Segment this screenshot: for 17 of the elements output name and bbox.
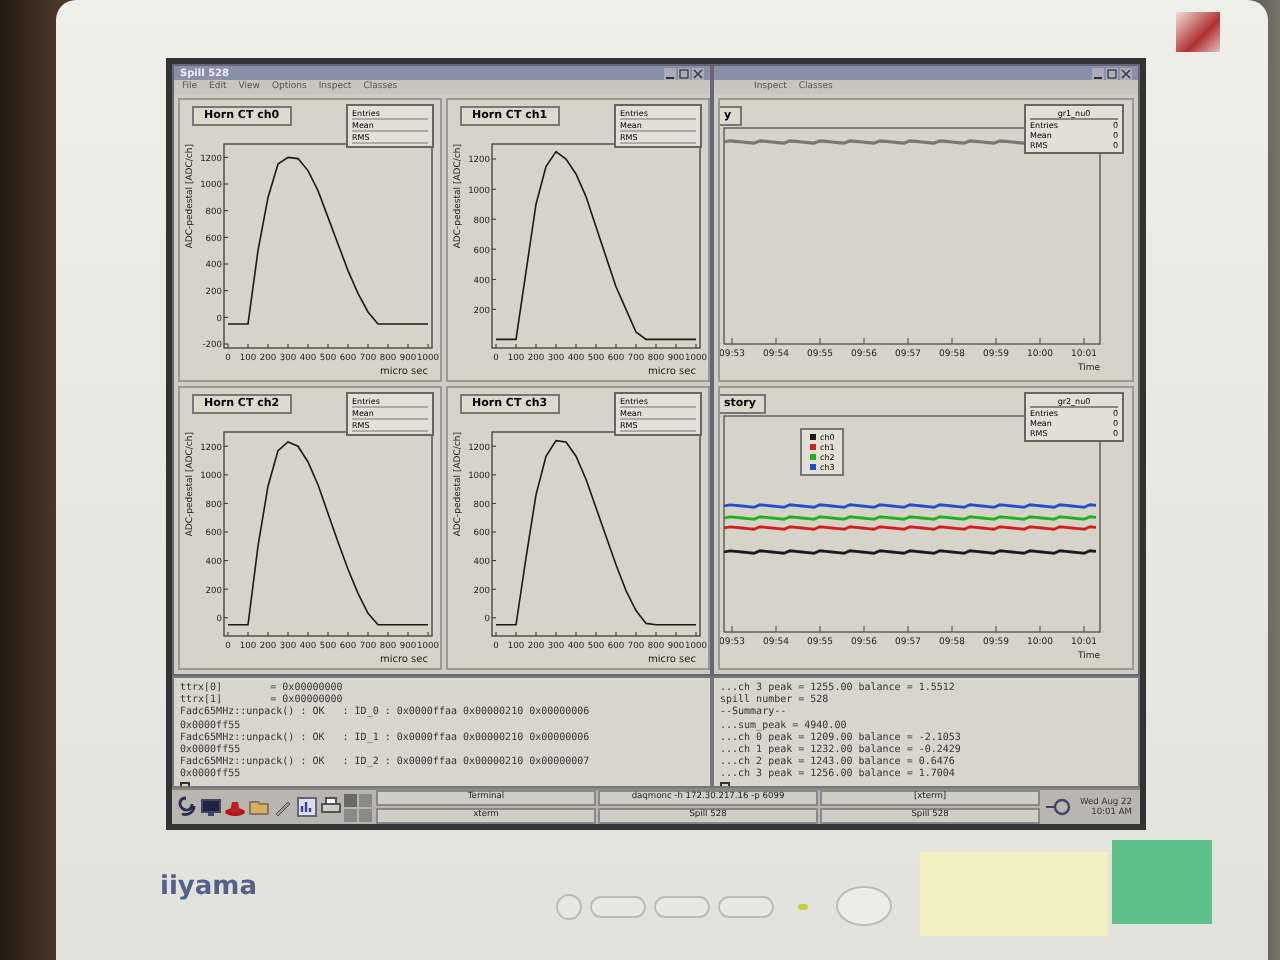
tape-strip	[1112, 840, 1212, 924]
brand-logo: iiyama	[160, 871, 257, 901]
close-icon[interactable]	[692, 67, 704, 80]
minimize-icon[interactable]	[664, 67, 676, 80]
hat-icon[interactable]	[224, 796, 246, 818]
sticker	[1176, 12, 1220, 52]
minimize-icon[interactable]	[1092, 67, 1104, 80]
folder-icon[interactable]	[248, 796, 270, 818]
chart-icon[interactable]	[296, 796, 318, 818]
swirl-icon[interactable]	[176, 796, 198, 818]
printer-icon[interactable]	[320, 796, 342, 818]
maximize-icon[interactable]	[678, 67, 690, 80]
maximize-icon[interactable]	[1106, 67, 1118, 80]
monitor-icon[interactable]	[200, 796, 222, 818]
close-icon[interactable]	[1120, 67, 1132, 80]
pen-icon[interactable]	[272, 796, 294, 818]
power-led	[798, 903, 809, 909]
